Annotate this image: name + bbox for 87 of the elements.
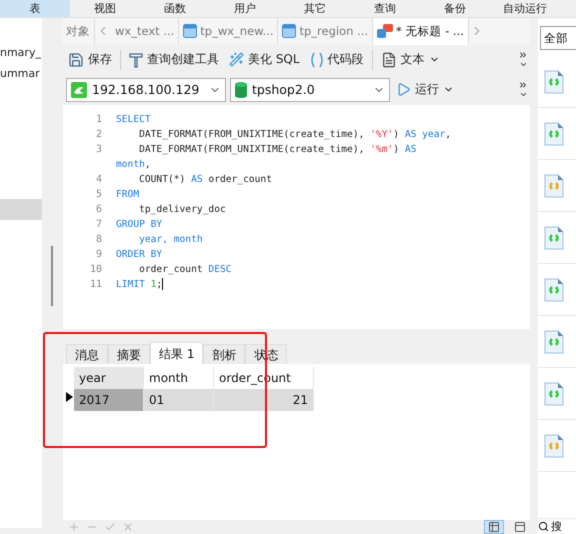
code-line: DATE_FORMAT(FROM_UNIXTIME(create_time), '%Y') AS year, [138,128,452,140]
line-number: 11 [90,278,102,290]
result-tab[interactable]: 结果 1 [150,342,204,364]
run-button[interactable]: 运行 [394,79,456,100]
result-tab[interactable]: 剖析 [203,344,246,364]
search-field[interactable]: 搜 [538,518,576,534]
table-cell: 2017 [74,389,144,412]
code-line: FROM [116,188,140,200]
code-line: month, [116,158,151,170]
snippet-file-icon [544,174,564,198]
line-number: 4 [96,174,102,184]
splitter-handle[interactable] [51,246,53,306]
code-line: SELECT [116,114,151,124]
sql-editor[interactable] [63,104,530,330]
snippet-file-icon [544,382,564,406]
snippet-file-icon [544,278,564,302]
line-number: 5 [96,188,102,200]
connection-select[interactable]: 192.168.100.129 [66,78,226,102]
menu-item[interactable]: 视图 [70,0,140,17]
grid-view-button[interactable] [484,520,504,534]
result-tab[interactable]: 摘要 [108,344,150,364]
snippet-file-icon [544,330,564,354]
search-icon [538,521,549,532]
code-line: GROUP BY [116,218,162,230]
text-caret [162,278,164,290]
line-number: 2 [96,128,102,140]
toolbar-button[interactable]: 文本 [378,49,442,70]
menu-item[interactable]: 用户 [210,0,280,17]
code-line: tp_delivery_doc [138,204,226,214]
table-cell: 01 [144,389,214,412]
add-icon[interactable] [68,521,80,534]
line-number: 7 [96,218,102,230]
query-icon [377,24,394,38]
close-icon[interactable] [122,521,134,534]
snippet-file-icon [544,434,564,458]
toolbar-button[interactable]: 保存 [66,49,114,70]
snippet-file-icon [544,226,564,250]
save-icon [68,52,84,68]
code-line: COUNT(*) AS order_count [138,174,272,184]
parentheses-icon [310,52,324,68]
code-line: year, month [138,234,203,244]
double-chevron-icon [518,50,528,60]
database-select[interactable]: tpshop2.0 [230,78,390,102]
code-line: ORDER BY [116,248,162,260]
line-number: 6 [96,204,102,214]
table-icon [282,24,296,38]
menu-item[interactable]: 查询 [350,0,420,17]
table-icon [183,24,198,38]
line-number: 10 [90,264,102,274]
menu-item[interactable]: 自动运行 [490,0,560,17]
object-list-item[interactable]: nmary_ [0,42,42,63]
hammer-icon [129,52,143,68]
result-tab[interactable]: 状态 [245,344,288,364]
connection-name: 192.168.100.129 [92,82,200,98]
menu-item[interactable]: 表 [0,0,70,17]
object-list-item[interactable]: ummar [0,63,42,84]
toolbar-button[interactable]: 美化 SQL [227,49,302,70]
line-number: 3 [96,144,102,154]
code-line: order_count DESC [138,264,232,274]
document-icon [380,52,397,68]
editor-tab[interactable]: * 无标题 - ... [373,18,469,45]
toolbar-button[interactable]: 代码段 [308,49,366,70]
editor-tab[interactable]: 对象 [62,18,95,45]
editor-tab[interactable]: wx_text ... [111,18,180,45]
line-number: 9 [96,248,102,260]
code-line: LIMIT 1; [116,278,162,290]
double-chevron-icon [518,80,528,90]
line-number: 8 [96,234,102,244]
connection-icon [71,82,87,98]
database-icon [235,82,247,98]
column-header[interactable]: year [74,367,144,390]
menu-item[interactable]: 函数 [140,0,210,17]
menu-item[interactable]: 其它 [280,0,350,17]
row-highlight [0,199,42,220]
table-cell: 21 [214,389,314,412]
menu-item[interactable]: 备份 [420,0,490,17]
result-tab[interactable]: 消息 [66,344,108,364]
toolbar-button[interactable]: 查询创建工具 [127,49,221,70]
line-number: 1 [96,114,102,124]
database-name: tpshop2.0 [252,82,315,98]
filter-select[interactable]: 全部 [540,26,576,50]
code-line: DATE_FORMAT(FROM_UNIXTIME(create_time), '%m') AS [138,144,416,154]
snippet-file-icon [544,122,564,146]
wand-icon [229,52,244,68]
play-icon [396,82,411,98]
editor-tab[interactable]: tp_wx_new... [179,18,278,45]
snippet-file-icon [544,70,564,94]
